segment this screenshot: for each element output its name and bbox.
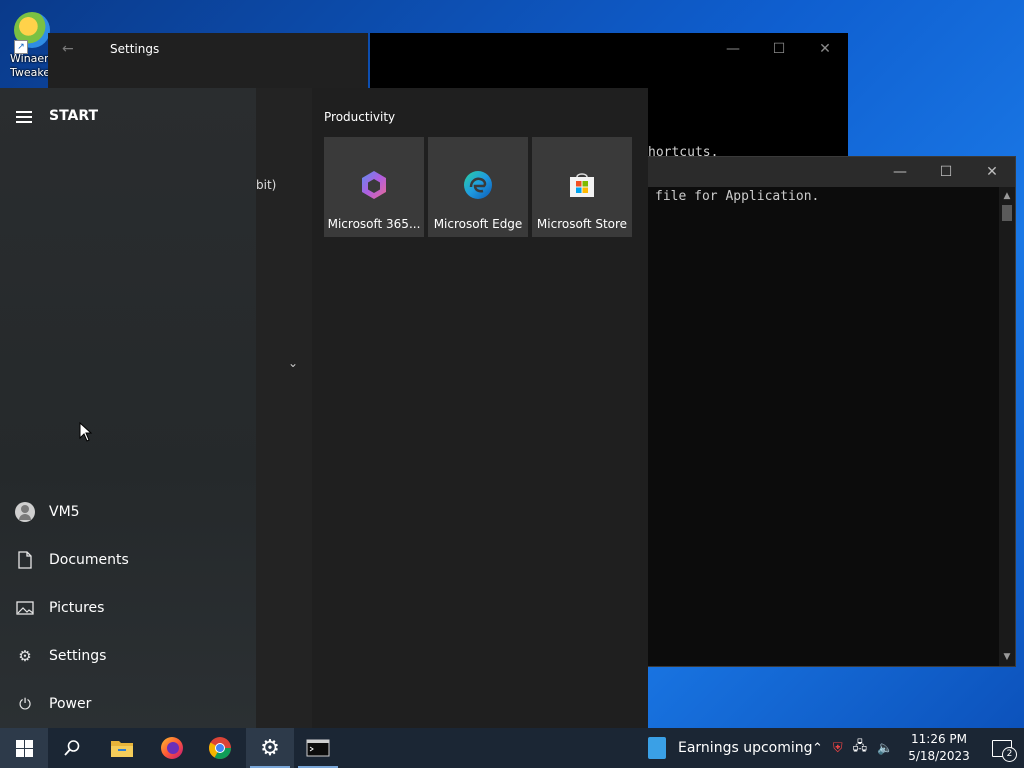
folder-icon [111,741,133,757]
tile-microsoft-store[interactable]: Microsoft Store [532,137,632,237]
gear-icon: ⚙ [260,735,280,761]
start-rail: START VM5 Documents Pictures ⚙ Settings … [0,88,256,728]
rail-item-user[interactable]: VM5 [0,488,256,536]
taskbar-firefox[interactable] [148,728,196,768]
hamburger-menu-icon[interactable] [16,108,32,126]
tile-label: Microsoft Store [536,217,628,231]
rail-item-label: Power [49,696,92,712]
console-window-controls: — ☐ ✕ [710,33,848,65]
taskbar-settings[interactable]: ⚙ [246,728,294,768]
close-icon[interactable]: ✕ [802,33,848,65]
taskbar-clock[interactable]: 11:26 PM 5/18/2023 [906,731,972,765]
volume-icon[interactable]: 🔈 [877,741,893,756]
rail-item-pictures[interactable]: Pictures [0,584,256,632]
tile-microsoft-365[interactable]: Microsoft 365... [324,137,424,237]
notification-icon: 2 [992,739,1017,762]
tile-label: Microsoft Edge [433,217,523,231]
start-button[interactable] [0,728,48,768]
start-header: START [49,108,99,124]
notification-count-badge: 2 [1002,746,1017,762]
rail-item-label: Settings [49,648,107,664]
scroll-down-icon[interactable]: ▼ [999,650,1015,664]
user-avatar-icon [15,502,35,522]
network-icon[interactable]: 🖧 [853,737,868,759]
tile-label: Microsoft 365... [327,217,421,231]
store-icon [570,173,594,197]
rail-item-label: Pictures [49,600,105,616]
mouse-cursor-icon [79,422,93,442]
clock-time: 11:26 PM [911,732,967,746]
start-menu: bit) ⌄ START VM5 Documents Pictures ⚙ Se… [0,88,648,728]
chrome-icon [209,737,231,759]
back-arrow-icon[interactable]: ← [62,41,74,57]
rail-item-documents[interactable]: Documents [0,536,256,584]
maximize-icon[interactable]: ☐ [923,157,969,187]
power-icon: ⏻ [19,695,31,713]
settings-window[interactable]: ← Settings [48,33,368,89]
rail-item-settings[interactable]: ⚙ Settings [0,632,256,680]
chevron-up-icon[interactable]: ⌃ [812,741,823,756]
news-text: Earnings upcoming [678,740,813,756]
system-tray: ⌃ ⛨ 🖧 🔈 [812,728,903,768]
taskbar-file-explorer[interactable] [98,728,146,768]
rail-item-label: Documents [49,552,129,568]
search-icon [64,740,80,756]
editor-content[interactable]: file for Application. [655,189,819,204]
security-warning-icon[interactable]: ⛨ [833,741,843,756]
editor-window[interactable]: — ☐ ✕ file for Application. ▲ ▼ [640,156,1016,667]
close-icon[interactable]: ✕ [969,157,1015,187]
app-list-peek-text: bit) [256,178,277,192]
edge-icon [464,171,492,199]
tile-microsoft-edge[interactable]: Microsoft Edge [428,137,528,237]
settings-window-title: Settings [110,42,160,56]
taskbar-terminal[interactable] [294,728,342,768]
scroll-thumb[interactable] [1002,205,1012,221]
terminal-icon [306,739,330,757]
rail-item-power[interactable]: ⏻ Power [0,680,256,728]
shortcut-arrow-icon: ↗ [14,40,28,54]
maximize-icon[interactable]: ☐ [756,33,802,65]
chevron-down-icon[interactable]: ⌄ [288,356,298,370]
firefox-icon [161,737,183,759]
editor-titlebar[interactable]: — ☐ ✕ [641,157,1015,187]
editor-scrollbar[interactable]: ▲ ▼ [999,187,1015,666]
tile-group-title[interactable]: Productivity [324,110,395,124]
editor-window-controls: — ☐ ✕ [877,157,1015,187]
search-button[interactable] [48,728,96,768]
news-widget[interactable]: Earnings upcoming [648,728,813,768]
minimize-icon[interactable]: — [877,157,923,187]
rail-item-label: VM5 [49,504,80,520]
news-stocks-icon [648,737,666,759]
pictures-icon [14,597,36,619]
microsoft-365-icon [362,171,386,199]
taskbar: ⚙ Earnings upcoming ⌃ ⛨ 🖧 🔈 11:26 PM 5/1… [0,728,1024,768]
windows-logo-icon [15,739,33,757]
action-center-button[interactable]: 2 [980,728,1024,768]
clock-date: 5/18/2023 [908,749,970,763]
minimize-icon[interactable]: — [710,33,756,65]
scroll-up-icon[interactable]: ▲ [999,189,1015,203]
gear-icon: ⚙ [18,647,32,665]
taskbar-chrome[interactable] [196,728,244,768]
document-icon [14,549,36,571]
